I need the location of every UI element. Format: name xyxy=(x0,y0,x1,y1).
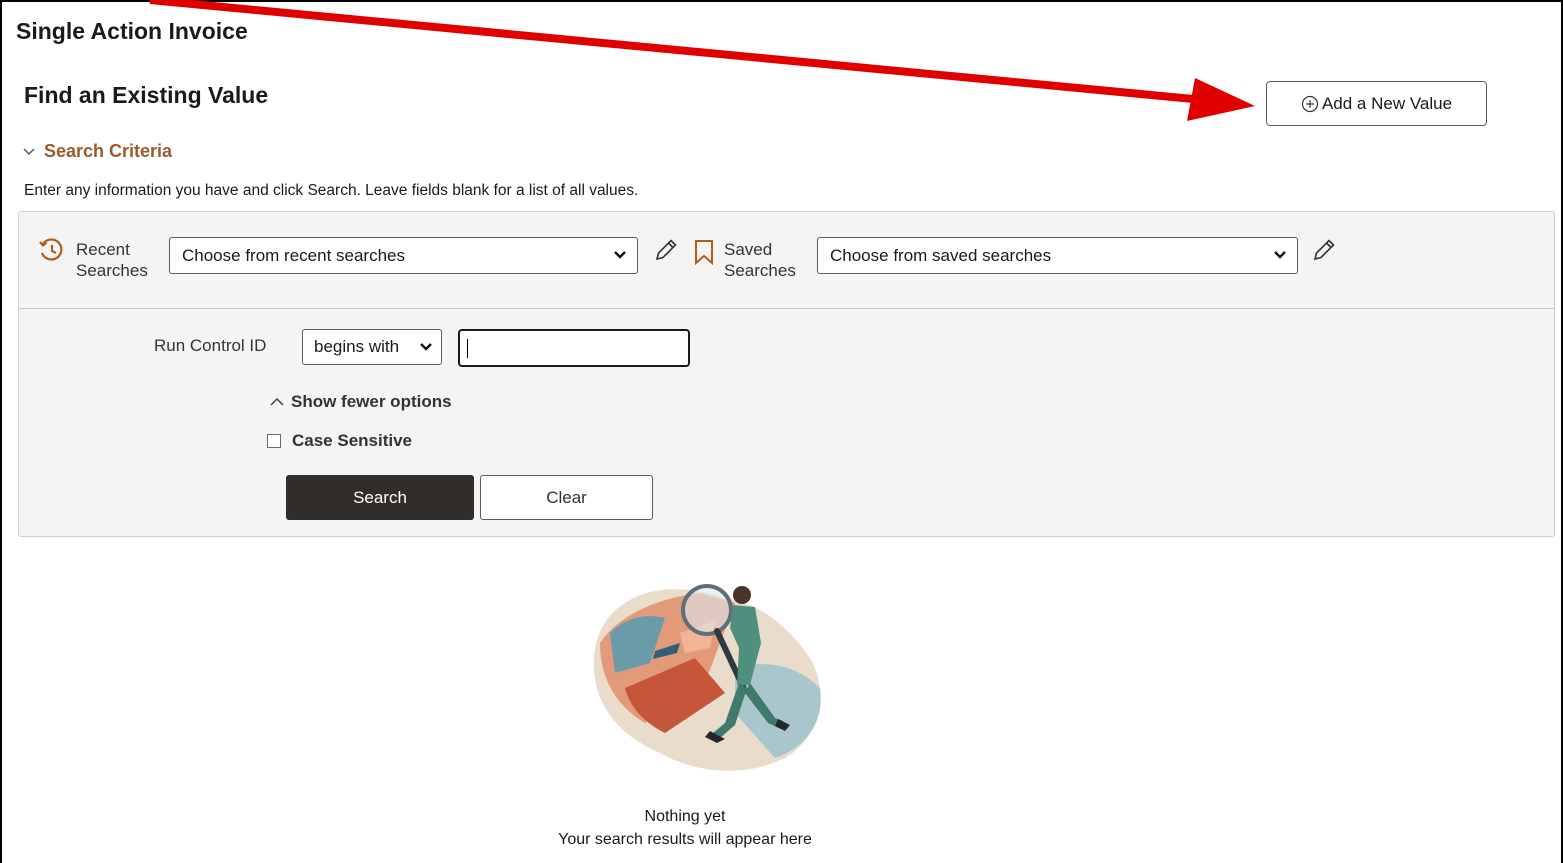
saved-searches-label: Saved Searches xyxy=(724,239,796,281)
run-control-id-input[interactable] xyxy=(458,329,690,367)
search-criteria-toggle[interactable]: Search Criteria xyxy=(22,141,172,162)
pencil-icon[interactable] xyxy=(1310,236,1338,264)
search-illustration xyxy=(593,584,821,771)
add-new-value-label: Add a New Value xyxy=(1321,93,1453,113)
search-instructions: Enter any information you have and click… xyxy=(24,182,639,199)
text-caret xyxy=(467,339,468,358)
saved-label-line2: Searches xyxy=(724,261,796,280)
add-circle-icon xyxy=(1301,95,1319,112)
chevron-down-icon xyxy=(614,251,626,259)
page-title: Single Action Invoice xyxy=(16,18,248,44)
case-sensitive-checkbox[interactable] xyxy=(267,434,281,448)
add-new-value-button[interactable]: Add a New Value xyxy=(1266,81,1487,126)
case-sensitive-label: Case Sensitive xyxy=(292,431,413,450)
search-button[interactable]: Search xyxy=(286,475,474,520)
recent-select-value: Choose from recent searches xyxy=(182,245,405,265)
bookmark-icon xyxy=(695,240,713,265)
operator-value: begins with xyxy=(314,337,400,356)
run-control-id-label: Run Control ID xyxy=(154,336,267,355)
chevron-down-icon xyxy=(420,343,432,351)
search-criteria-label: Search Criteria xyxy=(44,141,173,161)
empty-state-title: Nothing yet xyxy=(644,808,726,825)
panel-divider xyxy=(19,308,1554,309)
recent-label-line1: Recent xyxy=(76,240,130,259)
saved-select-value: Choose from saved searches xyxy=(830,245,1052,265)
section-title: Find an Existing Value xyxy=(24,82,269,108)
search-panel: Recent Searches Choose from recent searc… xyxy=(18,211,1555,537)
chevron-down-icon xyxy=(1274,251,1286,259)
chevron-down-icon xyxy=(23,147,35,155)
history-icon xyxy=(39,238,63,261)
show-fewer-options-toggle[interactable]: Show fewer options xyxy=(269,392,452,412)
show-fewer-label: Show fewer options xyxy=(291,392,452,411)
saved-searches-select[interactable]: Choose from saved searches xyxy=(817,237,1298,274)
empty-state-subtitle: Your search results will appear here xyxy=(558,831,812,848)
chevron-up-icon xyxy=(270,397,284,406)
recent-searches-label: Recent Searches xyxy=(76,239,148,281)
clear-button[interactable]: Clear xyxy=(480,475,653,520)
recent-label-line2: Searches xyxy=(76,261,148,280)
pencil-icon[interactable] xyxy=(652,236,680,264)
case-sensitive-row: Case Sensitive xyxy=(267,431,412,451)
recent-searches-select[interactable]: Choose from recent searches xyxy=(169,237,638,274)
saved-label-line1: Saved xyxy=(724,240,773,259)
run-control-operator-select[interactable]: begins with xyxy=(302,329,442,365)
